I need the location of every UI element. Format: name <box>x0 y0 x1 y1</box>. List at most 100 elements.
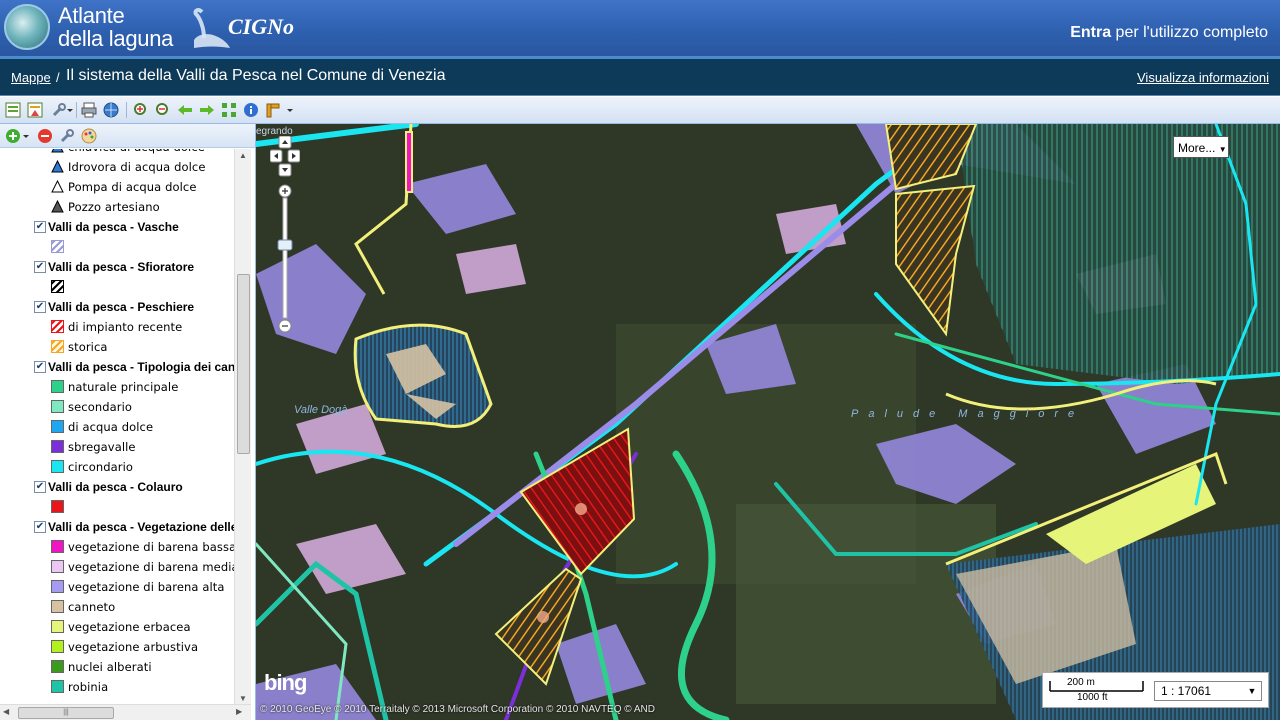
layer-panel: chiavica di acqua dolce Idrovora di acqua… <box>0 124 256 720</box>
zoom-extent-icon[interactable] <box>220 101 238 119</box>
legend-item-label: robinia <box>68 680 109 694</box>
scroll-down-arrow-icon[interactable]: ▼ <box>239 694 247 703</box>
scroll-right-arrow-icon[interactable]: ▶ <box>236 707 242 716</box>
scale-select[interactable]: 1 : 17061 ▼ <box>1154 681 1262 701</box>
scale-meters: 200 m <box>1067 677 1095 688</box>
layer-group-label: Valli da pesca - Colauro <box>48 480 183 494</box>
map-viewport[interactable]: egrando Valle Dogà Palude Maggiore More.… <box>256 124 1280 720</box>
legend-item: vegetazione erbacea <box>0 617 234 637</box>
legend-hscroll-thumb[interactable]: ||| <box>18 707 114 719</box>
legend-item: di acqua dolce <box>0 417 234 437</box>
more-button-label: More... <box>1178 141 1216 155</box>
remove-layer-icon[interactable] <box>36 127 54 145</box>
login-strong[interactable]: Entra <box>1070 24 1111 41</box>
hatch-symbol-icon <box>51 280 64 293</box>
layer-checkbox[interactable]: ✔ <box>34 261 46 273</box>
legend-item: chiavica di acqua dolce <box>0 149 234 157</box>
legend-item-label: secondario <box>68 400 133 414</box>
legend-item-label: di impianto recente <box>68 320 183 334</box>
legend-item-label: vegetazione di barena bassa <box>68 540 234 554</box>
tools-menu-icon[interactable] <box>50 101 74 119</box>
layers-remove-icon[interactable] <box>26 101 44 119</box>
layers-add-icon[interactable] <box>4 101 22 119</box>
layer-group-row[interactable]: ✔ Valli da pesca - Colauro <box>0 477 234 497</box>
add-layer-icon[interactable] <box>4 127 30 145</box>
layer-group-row[interactable]: ✔ Valli da pesca - Vasche <box>0 217 234 237</box>
dropdown-arrow-icon: ▼ <box>1218 145 1227 154</box>
legend-item: naturale principale <box>0 377 234 397</box>
forward-arrow-icon[interactable] <box>198 101 216 119</box>
scale-panel: 200 m 1000 ft 1 : 17061 ▼ <box>1042 672 1269 708</box>
legend-item-label: canneto <box>68 600 116 614</box>
legend-swatch <box>51 680 64 693</box>
scroll-left-arrow-icon[interactable]: ◀ <box>3 707 9 716</box>
legend-horizontal-scrollbar[interactable]: ◀ ||| ▶ <box>0 704 251 720</box>
legend-swatch <box>51 500 64 513</box>
map-toolbar <box>0 97 1280 124</box>
hatch-symbol-icon <box>51 240 64 253</box>
login-rest: per l'utilizzo completo <box>1111 24 1268 41</box>
layer-group-row[interactable]: ✔ Valli da pesca - Sfioratore <box>0 257 234 277</box>
legend-item: sbregavalle <box>0 437 234 457</box>
legend-item-label: Pompa di acqua dolce <box>68 180 197 194</box>
legend-item: vegetazione di barena alta <box>0 577 234 597</box>
layer-group-row[interactable]: ✔ Valli da pesca - Tipologia dei canali <box>0 357 234 377</box>
legend-item: Idrovora di acqua dolce <box>0 157 234 177</box>
legend-item-label: vegetazione erbacea <box>68 620 191 634</box>
scale-value: 1 : 17061 <box>1161 684 1212 698</box>
scroll-up-arrow-icon[interactable]: ▲ <box>239 151 247 160</box>
legend-swatch <box>51 640 64 653</box>
legend-item: circondario <box>0 457 234 477</box>
triangle-symbol-icon <box>51 159 64 173</box>
breadcrumb-separator: / <box>56 70 60 85</box>
measure-menu-icon[interactable] <box>264 101 294 119</box>
map-imagery[interactable] <box>256 124 1280 720</box>
swan-icon <box>193 8 230 48</box>
layer-checkbox[interactable]: ✔ <box>34 521 46 533</box>
scale-feet: 1000 ft <box>1077 692 1108 703</box>
map-label-palude-maggiore: Palude Maggiore <box>851 408 1085 420</box>
print-icon[interactable] <box>80 101 98 119</box>
legend-item <box>0 277 234 297</box>
layer-group-label: Valli da pesca - Vegetazione delle baren… <box>48 520 234 534</box>
pan-zoom-control[interactable] <box>270 136 300 336</box>
lagoon-logo-icon <box>4 4 50 50</box>
more-layers-button[interactable]: More... ▼ <box>1173 136 1229 158</box>
legend-item: storica <box>0 337 234 357</box>
layer-checkbox[interactable]: ✔ <box>34 221 46 233</box>
legend-swatch <box>51 540 64 553</box>
legend-item-label: storica <box>68 340 108 354</box>
hatch-symbol-icon <box>51 320 64 333</box>
legend-item-label: nuclei alberati <box>68 660 152 674</box>
zoom-out-icon[interactable] <box>154 101 172 119</box>
layer-panel-toolbar <box>0 124 255 148</box>
legend-item: secondario <box>0 397 234 417</box>
legend-scroll-thumb[interactable] <box>237 274 250 454</box>
layer-style-icon[interactable] <box>80 127 98 145</box>
legend-item: vegetazione di barena media <box>0 557 234 577</box>
legend-swatch <box>51 660 64 673</box>
legend-item-label: Pozzo artesiano <box>68 200 160 214</box>
legend-swatch <box>51 560 64 573</box>
breadcrumb-maps-link[interactable]: Mappe <box>11 70 51 85</box>
layer-checkbox[interactable]: ✔ <box>34 361 46 373</box>
triangle-symbol-icon <box>51 149 64 153</box>
scale-dropdown-arrow-icon[interactable]: ▼ <box>1245 683 1259 699</box>
show-info-link[interactable]: Visualizza informazioni <box>1137 70 1269 85</box>
login-link[interactable]: Entra per l'utilizzo completo <box>1070 24 1268 42</box>
legend-item-label: sbregavalle <box>68 440 136 454</box>
layer-checkbox[interactable]: ✔ <box>34 481 46 493</box>
layer-group-row[interactable]: ✔Valli da pesca - Vegetazione delle bare… <box>0 517 234 537</box>
layer-group-row[interactable]: ✔ Valli da pesca - Peschiere <box>0 297 234 317</box>
info-icon[interactable] <box>242 101 260 119</box>
page-title: Il sistema della Valli da Pesca nel Comu… <box>66 67 446 84</box>
layer-group-label: Valli da pesca - Tipologia dei canali <box>48 360 234 374</box>
globe-icon[interactable] <box>102 101 120 119</box>
legend-vertical-scrollbar[interactable]: ▲ ▼ <box>234 149 251 705</box>
legend-swatch <box>51 420 64 433</box>
layer-checkbox[interactable]: ✔ <box>34 301 46 313</box>
back-arrow-icon[interactable] <box>176 101 194 119</box>
bing-logo: bing <box>264 670 307 695</box>
zoom-in-icon[interactable] <box>132 101 150 119</box>
layer-properties-icon[interactable] <box>58 127 76 145</box>
